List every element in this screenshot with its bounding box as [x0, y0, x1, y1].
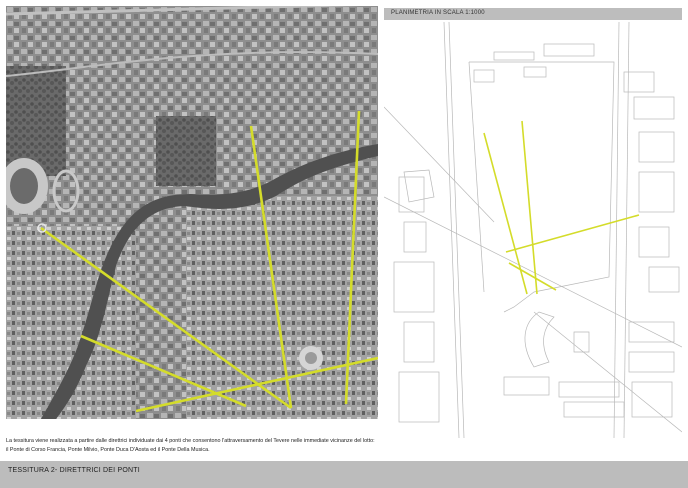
plan-header-label: PLANIMETRIA IN SCALA 1:1000 — [391, 10, 485, 16]
caption-text: La tessitura viene realizzata a partire … — [6, 438, 375, 453]
aerial-photo-graphic — [6, 6, 378, 419]
site-plan-graphic — [384, 22, 682, 438]
plan-header: PLANIMETRIA IN SCALA 1:1000 — [384, 8, 682, 20]
alignment-line — [508, 262, 557, 291]
aerial-photo — [6, 6, 378, 419]
footer-bar: TESSITURA 2- DIRETTRICI DEI PONTI — [0, 461, 688, 488]
site-plan — [384, 22, 682, 438]
alignment-line — [505, 214, 640, 253]
alignment-line — [521, 120, 538, 295]
footer-title: TESSITURA 2- DIRETTRICI DEI PONTI — [8, 467, 140, 474]
